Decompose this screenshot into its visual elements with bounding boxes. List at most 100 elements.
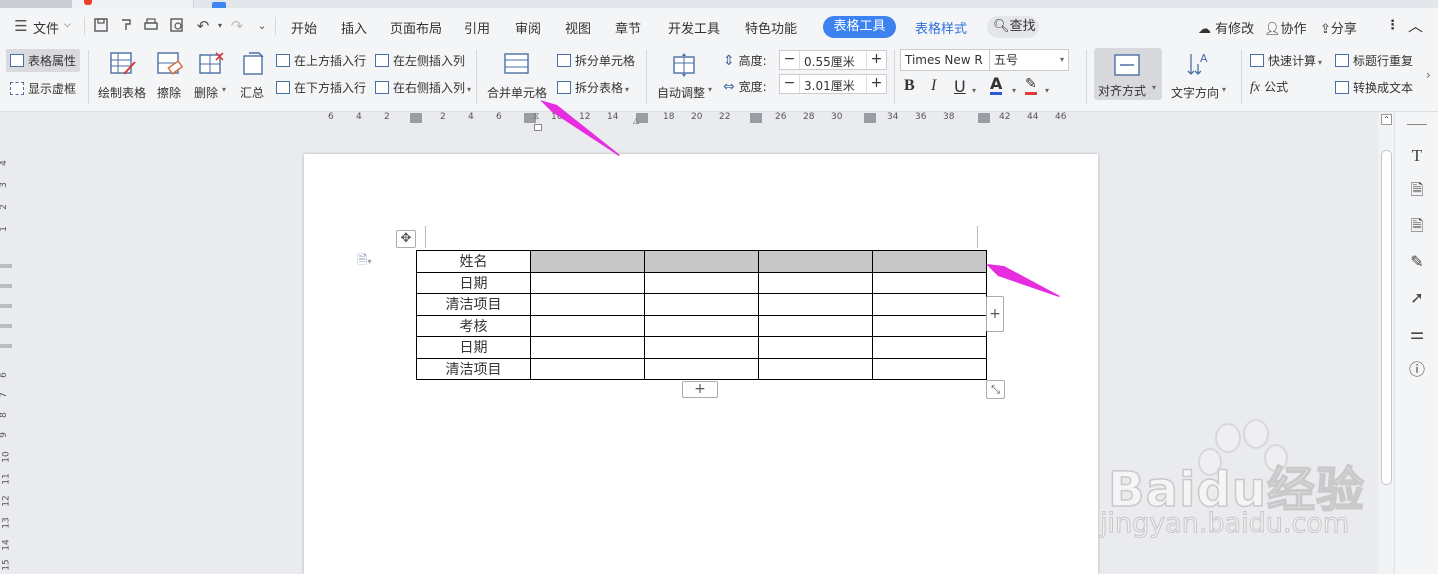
height-value[interactable]: 0.55厘米: [804, 53, 855, 70]
underline-button[interactable]: U: [954, 77, 966, 96]
pen-icon[interactable]: ✎: [1407, 252, 1427, 272]
table-cell-selected[interactable]: [758, 250, 873, 273]
summary-button[interactable]: 汇总: [238, 48, 268, 106]
italic-button[interactable]: I: [931, 77, 936, 95]
tab-home[interactable]: 开始: [291, 18, 317, 37]
format-painter-icon[interactable]: [117, 17, 135, 35]
table-cell[interactable]: [758, 293, 873, 316]
width-spinner[interactable]: − 3.01厘米 +: [779, 74, 887, 94]
panel-collapse-icon[interactable]: [1407, 124, 1427, 125]
tab-developer[interactable]: 开发工具: [668, 18, 720, 37]
table-cell[interactable]: [758, 271, 873, 294]
decrease-height-button[interactable]: −: [780, 51, 800, 69]
font-size-select[interactable]: 五号 ▾: [989, 49, 1069, 71]
draw-table-button[interactable]: 绘制表格: [97, 48, 149, 106]
erase-button[interactable]: 擦除: [155, 48, 185, 106]
increase-height-button[interactable]: +: [866, 51, 886, 69]
chevron-down-icon[interactable]: ▾: [1010, 82, 1016, 96]
tab-review[interactable]: 审阅: [515, 18, 541, 37]
table-cell-selected[interactable]: [530, 250, 645, 273]
tab-table-style[interactable]: 表格样式: [915, 18, 967, 37]
print-icon[interactable]: [142, 17, 160, 35]
convert-text-button[interactable]: 转换成文本: [1335, 79, 1413, 96]
more-icon[interactable]: ⋮: [1386, 18, 1399, 33]
quick-calc-button[interactable]: 快速计算 ▾: [1250, 52, 1322, 69]
table-cell[interactable]: [530, 293, 645, 316]
tab-table-tools[interactable]: 表格工具: [823, 16, 896, 38]
align-button[interactable]: 对齐方式 ▾: [1094, 48, 1162, 100]
vertical-ruler[interactable]: 4 3 2 1 6 7 8 9 10 11 12 13 14 15: [0, 124, 12, 574]
window-tab-active[interactable]: [72, 0, 194, 8]
cursor-icon[interactable]: ➚: [1407, 288, 1427, 308]
bold-button[interactable]: B: [904, 77, 915, 95]
table-cell-selected[interactable]: [872, 250, 987, 273]
horizontal-ruler[interactable]: 6 4 2 2 4 6 10 12 14 18 20 22 26 28 30 3…: [0, 112, 1380, 125]
table-cell[interactable]: 日期: [416, 271, 531, 294]
insert-row-below-button[interactable]: 在下方插入行: [276, 79, 366, 96]
table-cell[interactable]: [758, 357, 873, 380]
decrease-width-button[interactable]: −: [780, 75, 800, 93]
paragraph-mark-icon[interactable]: 🗎︎▾: [357, 251, 371, 273]
table-cell[interactable]: [758, 336, 873, 359]
insert-row-above-button[interactable]: 在上方插入行: [276, 52, 366, 69]
ruler-column-marker[interactable]: [750, 113, 762, 123]
height-spinner[interactable]: − 0.55厘米 +: [779, 50, 887, 70]
cloud-status-button[interactable]: ☁ 有修改: [1198, 18, 1254, 37]
document-table[interactable]: 姓名 日期 清洁项目 考核 日期 清洁项目: [416, 250, 987, 380]
add-row-button[interactable]: +: [682, 381, 718, 398]
table-cell[interactable]: [872, 293, 987, 316]
chevron-down-icon[interactable]: ⌵: [64, 20, 71, 30]
auto-fit-button[interactable]: 自动调整 ▾: [655, 48, 717, 106]
increase-width-button[interactable]: +: [866, 75, 886, 93]
tab-page-layout[interactable]: 页面布局: [390, 18, 442, 37]
table-cell[interactable]: 清洁项目: [416, 357, 531, 380]
show-gridlines-button[interactable]: 显示虚框: [10, 80, 76, 97]
table-cell-selected[interactable]: [644, 250, 759, 273]
table-move-handle-icon[interactable]: ✥: [396, 230, 416, 248]
customize-icon[interactable]: ⌄: [253, 17, 271, 35]
share-button[interactable]: ⇪分享: [1320, 18, 1357, 37]
table-cell[interactable]: [644, 271, 759, 294]
help-icon[interactable]: ⓘ: [1407, 360, 1427, 380]
insert-col-right-button[interactable]: 在右侧插入列 ▾: [375, 79, 471, 96]
text-style-icon[interactable]: T: [1407, 146, 1427, 166]
table-cell[interactable]: [758, 314, 873, 337]
font-color-icon[interactable]: A: [990, 76, 1003, 95]
table-cell[interactable]: 考核: [416, 314, 531, 337]
table-cell[interactable]: [644, 314, 759, 337]
table-cell[interactable]: [872, 357, 987, 380]
document-settings-icon[interactable]: 🗎︎: [1407, 216, 1427, 236]
tab-chapter[interactable]: 章节: [615, 18, 641, 37]
ribbon-scroll-icon[interactable]: ›: [1426, 68, 1431, 82]
table-cell[interactable]: 日期: [416, 336, 531, 359]
right-indent-marker-icon[interactable]: △: [633, 116, 639, 125]
ruler-column-marker[interactable]: [410, 113, 422, 123]
chevron-down-icon[interactable]: ▾: [211, 17, 229, 35]
text-direction-button[interactable]: A 文字方向 ▾: [1170, 48, 1230, 106]
sliders-icon[interactable]: ⚌: [1407, 324, 1427, 344]
delete-button[interactable]: 删除 ▾: [194, 48, 234, 106]
save-icon[interactable]: [92, 17, 110, 35]
tab-features[interactable]: 特色功能: [745, 18, 797, 37]
file-menu[interactable]: 文件: [33, 18, 59, 37]
width-value[interactable]: 3.01厘米: [804, 77, 855, 94]
formula-button[interactable]: fx 公式: [1250, 78, 1288, 96]
tab-references[interactable]: 引用: [464, 18, 490, 37]
chevron-down-icon[interactable]: ▾: [1043, 82, 1049, 96]
tab-view[interactable]: 视图: [565, 18, 591, 37]
table-cell[interactable]: [530, 336, 645, 359]
hamburger-icon[interactable]: ☰: [12, 17, 30, 35]
table-cell[interactable]: [872, 336, 987, 359]
collapse-ribbon-icon[interactable]: ︿: [1408, 15, 1423, 36]
undo-icon[interactable]: ↶: [194, 17, 212, 35]
ruler-column-marker[interactable]: [864, 113, 876, 123]
table-cell[interactable]: [530, 314, 645, 337]
repeat-header-button[interactable]: 标题行重复: [1335, 52, 1413, 69]
redo-icon[interactable]: ↷: [228, 17, 246, 35]
table-cell[interactable]: [644, 336, 759, 359]
table-cell[interactable]: [644, 293, 759, 316]
split-table-button[interactable]: 拆分表格 ▾: [557, 79, 629, 96]
search-button[interactable]: 🔍︎查找: [987, 16, 1039, 38]
table-cell[interactable]: [872, 314, 987, 337]
chevron-down-icon[interactable]: ▾: [970, 82, 976, 96]
